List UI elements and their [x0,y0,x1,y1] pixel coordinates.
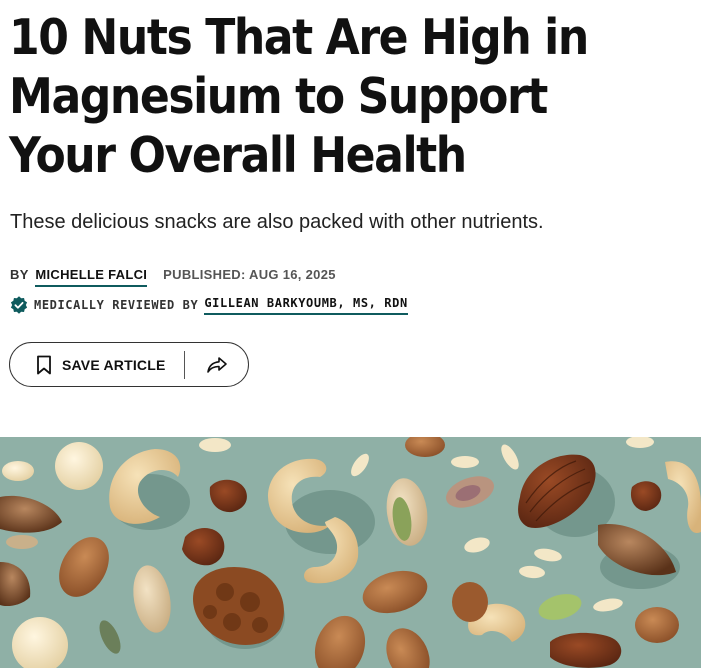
save-article-button[interactable]: SAVE ARTICLE [10,343,184,386]
article-subtitle: These delicious snacks are also packed w… [10,211,544,233]
review-prefix: MEDICALLY REVIEWED BY [34,298,199,312]
share-arrow-icon [206,356,227,373]
author-credit: BY MICHELLE FALCI [10,266,148,287]
medical-review: MEDICALLY REVIEWED BY GILLEAN BARKYOUMB,… [10,294,408,316]
share-button[interactable] [185,343,248,386]
bookmark-icon [37,355,51,374]
author-link[interactable]: MICHELLE FALCI [35,266,148,287]
mixed-nuts-photo [0,437,701,668]
article-actions: SAVE ARTICLE [9,342,249,387]
article-title: 10 Nuts That Are High in Magnesium to Su… [9,9,589,184]
byline-prefix: BY [10,266,29,282]
save-article-label: SAVE ARTICLE [62,356,166,373]
published-date: PUBLISHED: AUG 16, 2025 [163,266,336,282]
verified-check-icon [10,296,28,314]
byline: BY MICHELLE FALCI PUBLISHED: AUG 16, 202… [10,263,336,287]
reviewer-link[interactable]: GILLEAN BARKYOUMB, MS, RDN [204,296,408,315]
hero-image [0,437,701,668]
